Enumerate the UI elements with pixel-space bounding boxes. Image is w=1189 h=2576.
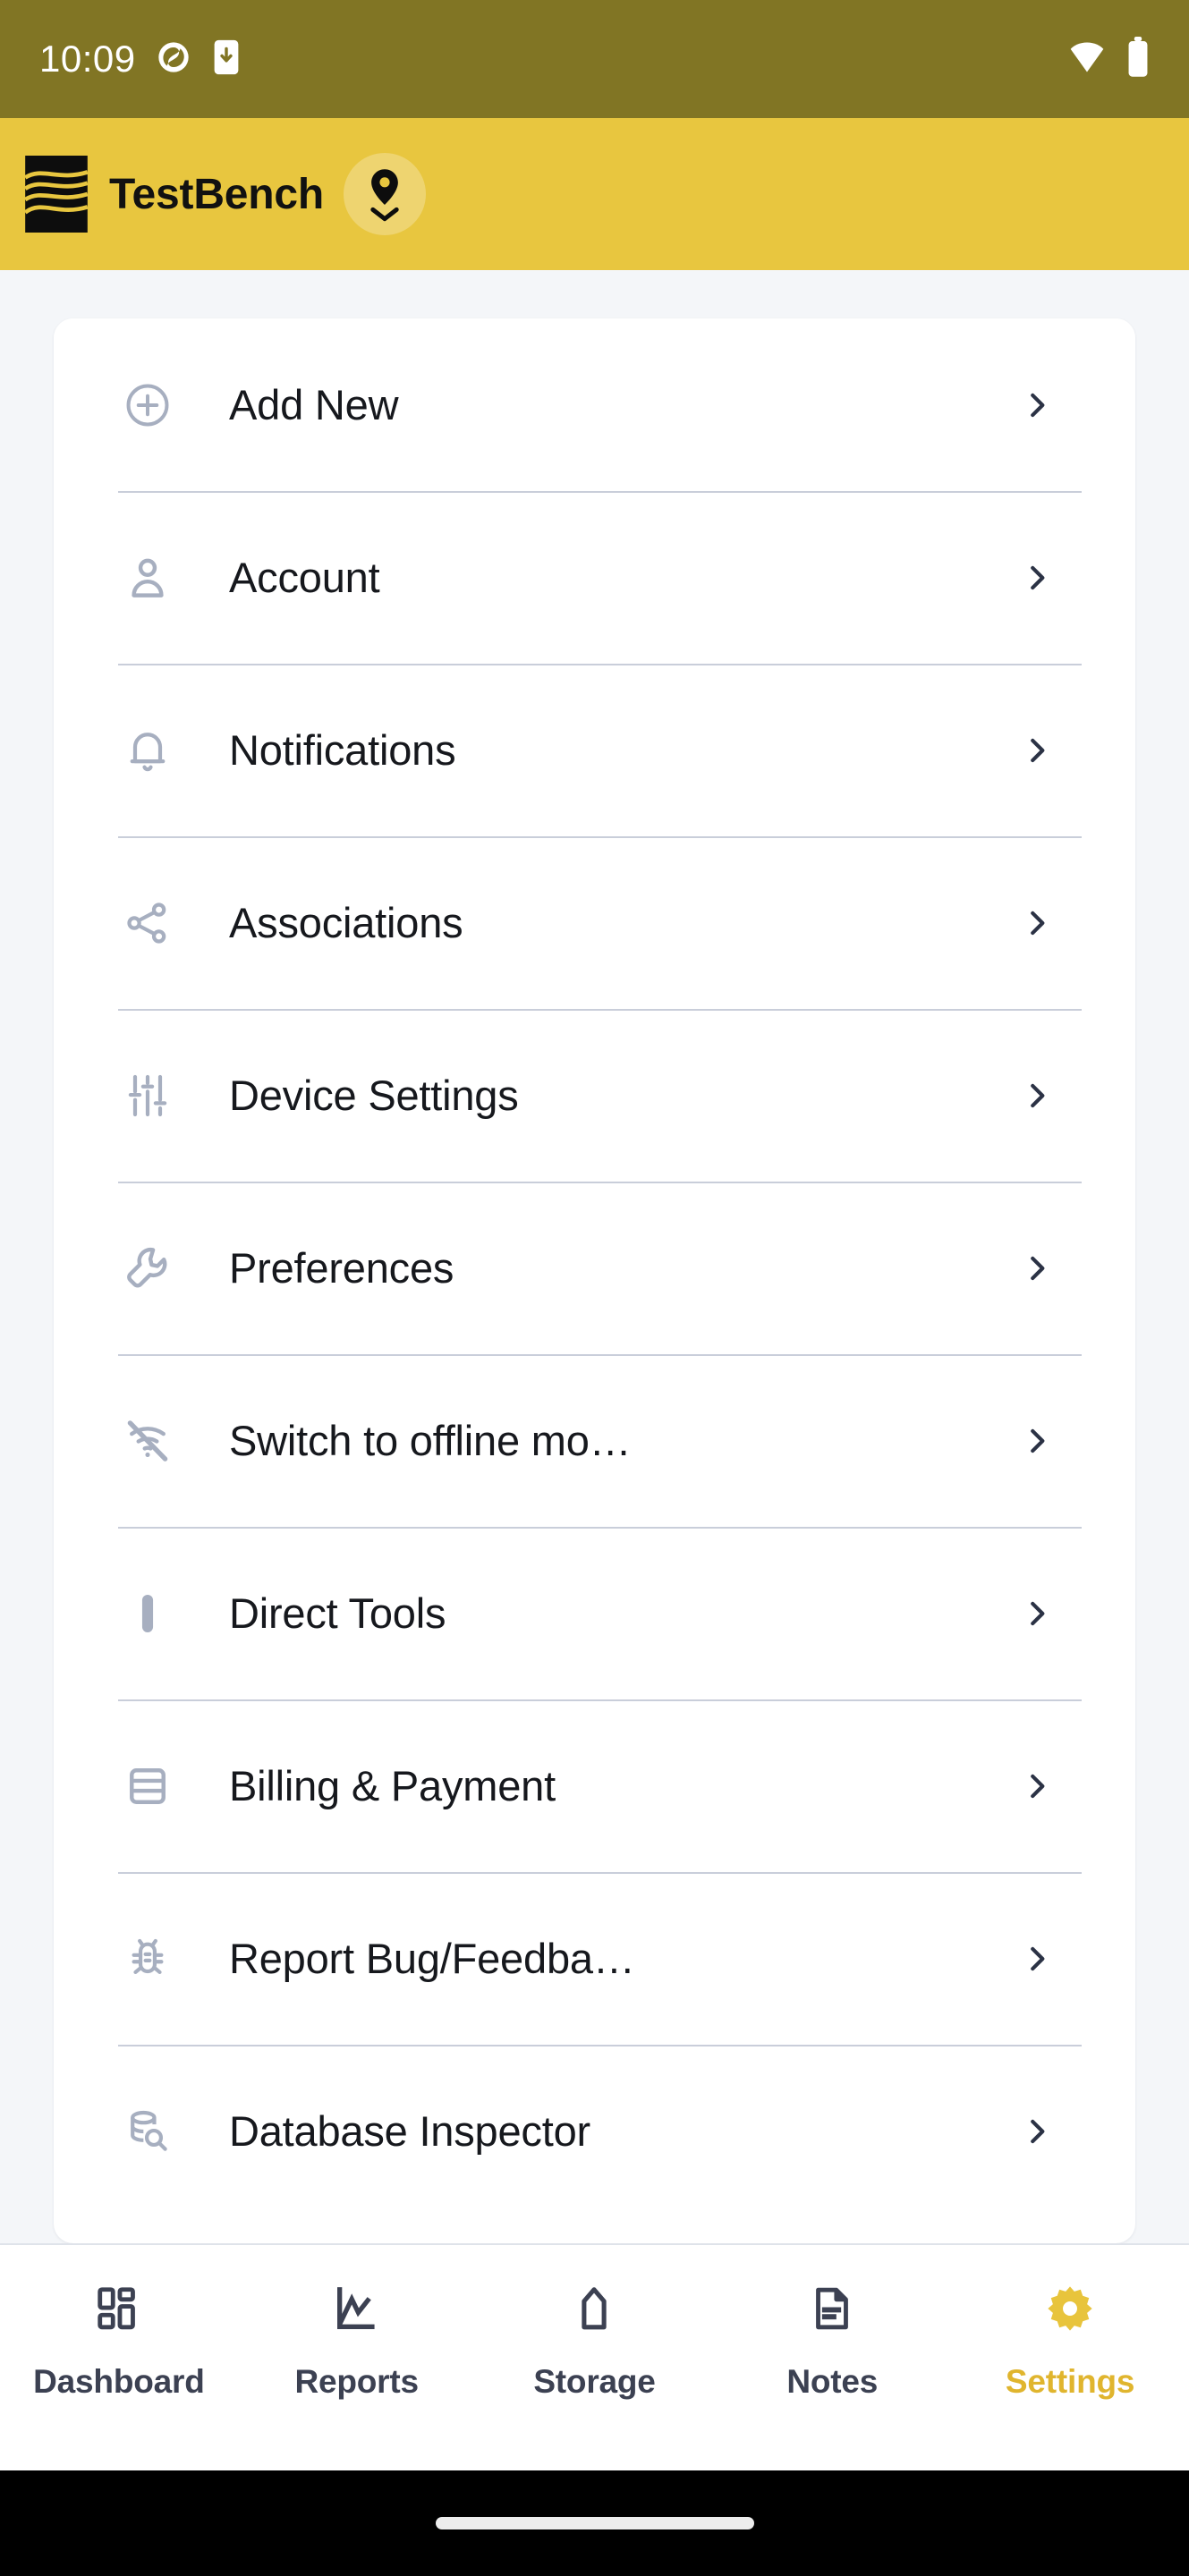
gear-icon [1037, 2275, 1103, 2342]
settings-card: Add New Account Notifications Associatio… [54, 318, 1135, 2243]
menu-item-report-bug-feedback[interactable]: Report Bug/Feedba… [54, 1872, 1135, 2045]
chevron-right-icon [1017, 2112, 1057, 2151]
chevron-right-icon [1017, 903, 1057, 943]
menu-item-database-inspector[interactable]: Database Inspector [54, 2045, 1135, 2217]
chevron-right-icon [1017, 1767, 1057, 1806]
share-network-icon [118, 894, 177, 953]
menu-item-associations[interactable]: Associations [54, 836, 1135, 1009]
menu-item-device-settings[interactable]: Device Settings [54, 1009, 1135, 1182]
bell-icon [118, 721, 177, 780]
credit-card-icon [118, 1757, 177, 1816]
menu-item-label: Notifications [229, 726, 456, 774]
chevron-right-icon [1017, 1421, 1057, 1461]
chevron-right-icon [1017, 386, 1057, 425]
chevron-right-icon [1017, 1076, 1057, 1115]
wifi-off-icon [118, 1411, 177, 1470]
dashboard-grid-icon [86, 2275, 152, 2342]
menu-item-label: Account [229, 554, 380, 601]
app-title: TestBench [109, 170, 325, 218]
nav-tab-settings[interactable]: Settings [951, 2275, 1189, 2401]
status-bar-left: 10:09 [39, 38, 242, 80]
menu-item-label: Add New [229, 381, 399, 428]
chevron-right-icon [1017, 1249, 1057, 1288]
home-indicator[interactable] [435, 2517, 754, 2529]
app-bar: TestBench [0, 118, 1189, 270]
battery-icon [1126, 36, 1150, 82]
status-time: 10:09 [39, 38, 136, 80]
menu-item-direct-tools[interactable]: Direct Tools [54, 1527, 1135, 1699]
menu-item-add-new[interactable]: Add New [54, 318, 1135, 491]
testbench-wave-logo [23, 156, 89, 233]
silo-tank-icon [561, 2275, 627, 2342]
person-icon [118, 548, 177, 607]
menu-item-label: Switch to offline mo… [229, 1417, 632, 1464]
status-bar-right [1067, 36, 1150, 82]
location-pin-chevron-icon[interactable] [344, 153, 427, 235]
database-search-icon [118, 2102, 177, 2161]
menu-item-switch-offline-mode[interactable]: Switch to offline mo… [54, 1354, 1135, 1527]
wifi-icon [1067, 38, 1107, 81]
document-icon [799, 2275, 865, 2342]
phone-download-icon [211, 38, 242, 80]
menu-item-label: Device Settings [229, 1072, 519, 1119]
nav-tab-dashboard[interactable]: Dashboard [0, 2275, 238, 2401]
status-bar: 10:09 [0, 0, 1189, 118]
line-chart-icon [324, 2275, 390, 2342]
spiral-sync-icon [156, 39, 191, 80]
gesture-navigation-bar [0, 2470, 1189, 2576]
wrench-icon [118, 1239, 177, 1298]
nav-tab-reports[interactable]: Reports [238, 2275, 476, 2401]
chevron-right-icon [1017, 1594, 1057, 1633]
menu-item-billing-payment[interactable]: Billing & Payment [54, 1699, 1135, 1872]
bug-icon [118, 1929, 177, 1988]
menu-item-notifications[interactable]: Notifications [54, 664, 1135, 836]
settings-content: Add New Account Notifications Associatio… [0, 270, 1189, 2243]
bottom-navigation-bar: Dashboard Reports Storage Notes Settings [0, 2243, 1189, 2470]
probe-bar-icon [118, 1584, 177, 1643]
plus-circle-icon [118, 376, 177, 435]
nav-tab-label: Storage [533, 2363, 656, 2400]
nav-tab-label: Reports [294, 2363, 419, 2400]
chevron-right-icon [1017, 731, 1057, 770]
nav-tab-label: Notes [786, 2363, 879, 2400]
nav-tab-storage[interactable]: Storage [476, 2275, 714, 2401]
menu-item-label: Preferences [229, 1244, 454, 1292]
chevron-right-icon [1017, 1939, 1057, 1979]
menu-item-account[interactable]: Account [54, 491, 1135, 664]
chevron-right-icon [1017, 558, 1057, 597]
menu-item-label: Database Inspector [229, 2107, 590, 2155]
nav-tab-label: Dashboard [33, 2363, 205, 2400]
menu-item-label: Direct Tools [229, 1589, 446, 1637]
nav-tab-notes[interactable]: Notes [713, 2275, 951, 2401]
menu-item-preferences[interactable]: Preferences [54, 1182, 1135, 1354]
menu-item-label: Report Bug/Feedba… [229, 1935, 635, 1982]
app-screen: 10:09 TestBench Add New Account Notifica… [0, 0, 1189, 2576]
sliders-tune-icon [118, 1066, 177, 1125]
menu-item-label: Billing & Payment [229, 1762, 556, 1809]
nav-tab-label: Settings [1005, 2363, 1135, 2400]
menu-item-label: Associations [229, 899, 463, 946]
